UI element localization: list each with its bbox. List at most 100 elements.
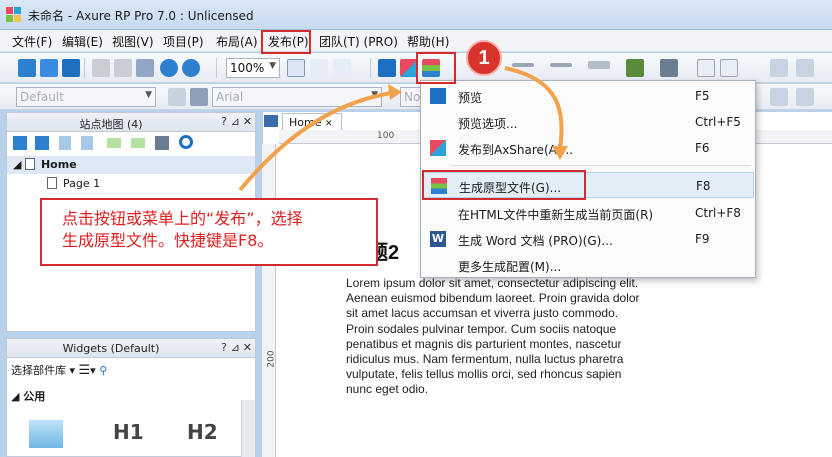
paste-icon[interactable] (136, 59, 154, 77)
cut-icon[interactable] (92, 59, 110, 77)
toolbar-separator (216, 58, 217, 78)
highlight-generate-item (422, 170, 586, 200)
menu-icon[interactable]: ☰ (79, 363, 91, 378)
zoom-value: 100% (230, 61, 265, 75)
connector-icon[interactable] (333, 59, 351, 77)
h1-widget[interactable]: H1 (113, 420, 144, 444)
pin-icon[interactable]: ⊿ (231, 341, 240, 354)
widgets-title: Widgets (Default) (62, 342, 160, 355)
section-label: 公用 (23, 390, 46, 403)
word-icon: W (430, 231, 446, 247)
image-widget-icon[interactable] (29, 420, 63, 448)
step-badge: 1 (466, 40, 502, 76)
menu-layout[interactable]: 布局(A) (216, 33, 258, 50)
menu-item-label: 生成 Word 文档 (PRO)(G)... (458, 234, 613, 248)
callout-line-2: 生成原型文件。快捷键是F8。 (62, 231, 274, 250)
brush-icon[interactable] (190, 88, 208, 106)
title-bar: 未命名 - Axure RP Pro 7.0 : Unlicensed (0, 0, 832, 30)
menu-item-shortcut: F8 (696, 179, 711, 193)
save-icon[interactable] (62, 59, 80, 77)
align-icon[interactable] (697, 59, 715, 77)
instruction-callout: 点击按钮或菜单上的“发布”，选择 生成原型文件。快捷键是F8。 (40, 198, 378, 266)
highlight-publish-menu (261, 30, 311, 54)
menu-item-generate-word[interactable]: W 生成 Word 文档 (PRO)(G)... F9 (422, 226, 754, 252)
lock-icon[interactable] (770, 88, 788, 106)
menu-item-label: 预览 (458, 91, 483, 105)
menu-item-shortcut: Ctrl+F8 (695, 206, 741, 220)
hide-icon[interactable] (796, 88, 814, 106)
library-select[interactable]: 选择部件库 ▾ ☰▾ ⚲ (11, 362, 107, 378)
menu-edit[interactable]: 编辑(E) (62, 33, 103, 50)
sitemap-item-page1[interactable]: Page 1 (47, 177, 100, 190)
font-family-select[interactable]: Arial ▼ (212, 87, 382, 107)
menu-item-preview-options[interactable]: 预览选项... Ctrl+F5 (422, 109, 754, 135)
move-up-icon[interactable] (59, 136, 71, 150)
menu-item-label: 更多生成配置(M)... (458, 260, 562, 274)
ungroup-icon[interactable] (796, 59, 814, 77)
ruler-vertical: 200 (262, 144, 277, 457)
menu-item-regenerate-page[interactable]: 在HTML文件中重新生成当前页面(R) Ctrl+F8 (422, 200, 754, 226)
new-file-icon[interactable] (18, 59, 36, 77)
menu-separator (451, 165, 751, 166)
arrow-style-icon[interactable] (588, 61, 610, 69)
callout-line-1: 点击按钮或菜单上的“发布”，选择 (62, 209, 303, 228)
move-down-icon[interactable] (81, 136, 93, 150)
menu-help[interactable]: 帮助(H) (407, 33, 449, 50)
zoom-select[interactable]: 100% ▼ (226, 58, 280, 78)
fill-color-icon[interactable] (626, 59, 644, 77)
widgets-scrollbar[interactable] (241, 400, 255, 457)
menu-item-shortcut: Ctrl+F5 (695, 115, 741, 129)
border-color-icon[interactable] (660, 59, 678, 77)
tab-home[interactable]: Home ✕ (282, 113, 342, 131)
group-icon[interactable] (770, 59, 788, 77)
menu-item-label: 在HTML文件中重新生成当前页面(R) (458, 208, 654, 222)
format-painter-icon[interactable] (168, 88, 186, 106)
preview-icon[interactable] (378, 59, 396, 77)
axshare-icon (430, 140, 446, 156)
select-intersect-icon[interactable] (287, 59, 305, 77)
close-icon[interactable]: ✕ (325, 119, 333, 129)
select-contain-icon[interactable] (310, 59, 328, 77)
pin-icon[interactable]: ⊿ (231, 115, 240, 128)
axure-app-icon (6, 7, 22, 23)
help-icon[interactable]: ? (221, 115, 227, 128)
add-page-icon[interactable] (13, 136, 27, 150)
line-weight-icon[interactable] (550, 63, 572, 67)
menu-team[interactable]: 团队(T) (PRO) (319, 33, 398, 50)
help-icon[interactable]: ? (221, 341, 227, 354)
distribute-icon[interactable] (720, 59, 738, 77)
close-icon[interactable]: ✕ (243, 115, 252, 128)
outdent-icon[interactable] (131, 138, 145, 148)
style-select[interactable]: Default ▼ (16, 87, 156, 107)
close-icon[interactable]: ✕ (243, 341, 252, 354)
page-label: Page 1 (63, 177, 101, 190)
add-folder-icon[interactable] (35, 136, 49, 150)
menu-item-more-configs[interactable]: 更多生成配置(M)... (422, 252, 754, 278)
search-icon[interactable] (179, 135, 193, 149)
delete-page-icon[interactable] (155, 136, 169, 150)
menu-bar: 文件(F) 编辑(E) 视图(V) 项目(P) 布局(A) 发布(P) 团队(T… (0, 30, 832, 52)
widget-section-header[interactable]: ◢ 公用 (11, 388, 45, 404)
indent-icon[interactable] (107, 138, 121, 148)
menu-item-preview[interactable]: 预览 F5 (422, 83, 754, 109)
widgets-panel-header: Widgets (Default) ? ⊿ ✕ (6, 338, 256, 358)
menu-item-publish-axshare[interactable]: 发布到AxShare(A)... F6 (422, 135, 754, 161)
widgets-panel: 选择部件库 ▾ ☰▾ ⚲ ◢ 公用 H1 H2 (6, 358, 256, 457)
sitemap-item-home[interactable]: ◢ Home (13, 158, 77, 171)
toolbar-separator (84, 58, 85, 78)
menu-view[interactable]: 视图(V) (112, 33, 154, 50)
canvas-paragraph[interactable]: Lorem ipsum dolor sit amet, consectetur … (346, 276, 646, 398)
copy-icon[interactable] (114, 59, 132, 77)
redo-icon[interactable] (182, 59, 200, 77)
line-style-icon[interactable] (512, 63, 534, 67)
h2-widget[interactable]: H2 (187, 420, 218, 444)
menu-file[interactable]: 文件(F) (12, 33, 52, 50)
chevron-down-icon: ▼ (145, 90, 152, 100)
open-folder-icon[interactable] (40, 59, 58, 77)
menu-item-shortcut: F9 (695, 232, 710, 246)
expand-icon[interactable]: ◢ (13, 158, 25, 171)
search-icon[interactable]: ⚲ (99, 364, 107, 377)
menu-item-shortcut: F5 (695, 89, 710, 103)
menu-project[interactable]: 项目(P) (163, 33, 204, 50)
undo-icon[interactable] (160, 59, 178, 77)
